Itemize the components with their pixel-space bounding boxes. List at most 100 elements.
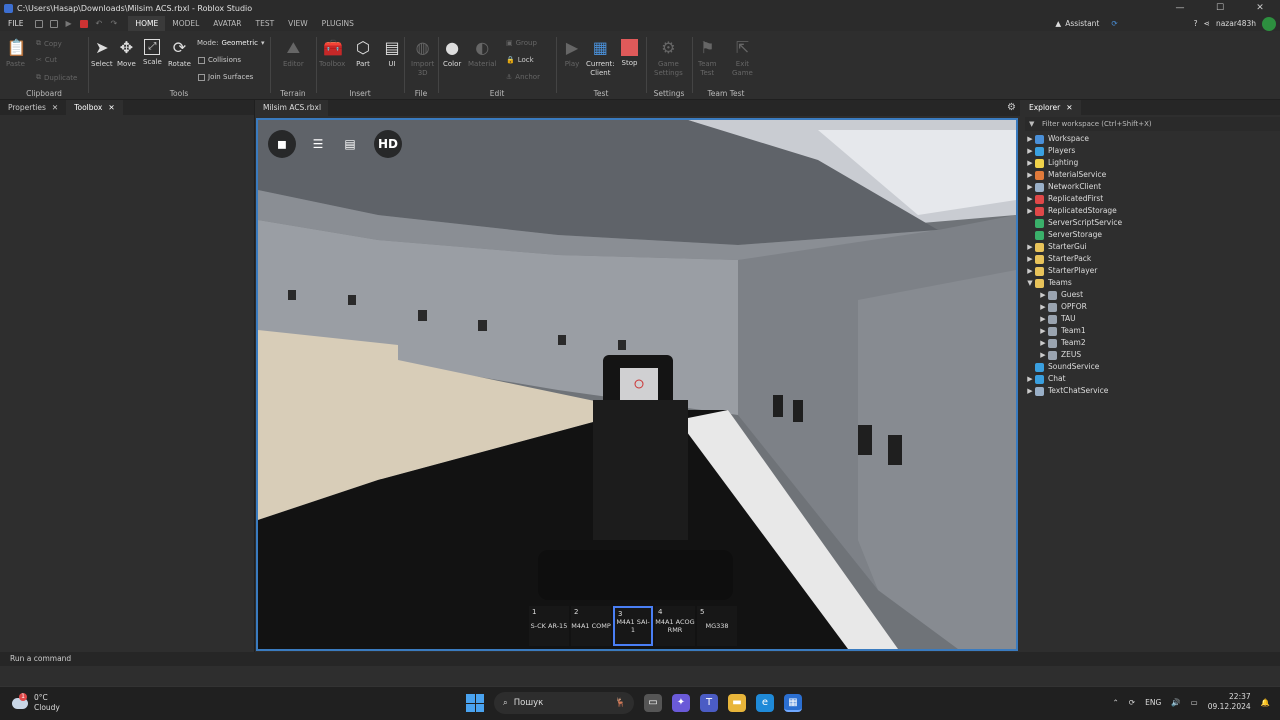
join-surfaces-toggle[interactable]: Join Surfaces (198, 73, 253, 81)
explorer-item[interactable]: ▶ MaterialService (1021, 169, 1280, 181)
explorer-item[interactable]: ▼ Teams (1021, 277, 1280, 289)
tab-plugins[interactable]: PLUGINS (315, 16, 361, 31)
volume-icon[interactable]: 🔊 (1171, 698, 1180, 707)
group-button[interactable]: ▣ Group (506, 39, 537, 47)
username[interactable]: nazar483h (1216, 19, 1256, 28)
roblox-menu-button[interactable]: ◼ (268, 130, 296, 158)
collisions-checkbox[interactable] (198, 56, 205, 64)
sync-icon[interactable]: ⟳ (1111, 19, 1117, 28)
explorer-item[interactable]: ▶ StarterGui (1021, 241, 1280, 253)
game-settings-button[interactable]: ⚙ Game Settings (654, 39, 683, 78)
hd-button[interactable]: HD (374, 130, 402, 158)
chevron-right-icon[interactable]: ▶ (1025, 205, 1035, 217)
explorer-item[interactable]: ▶ TAU (1021, 313, 1280, 325)
stop-button[interactable]: Stop (621, 39, 638, 68)
hotbar-slot[interactable]: 4 M4A1 ACOG RMR (655, 606, 695, 646)
team-test-button[interactable]: ⚑ Team Test (698, 39, 717, 78)
explorer-item[interactable]: SoundService (1021, 361, 1280, 373)
mode-select[interactable]: Mode: Geometric ▾ (197, 39, 265, 47)
copy-button[interactable]: ⧉ Copy (36, 39, 62, 48)
chevron-right-icon[interactable]: ▶ (1025, 145, 1035, 157)
chevron-right-icon[interactable]: ▶ (1038, 325, 1048, 337)
explorer-item[interactable]: ▶ NetworkClient (1021, 181, 1280, 193)
open-file-icon[interactable] (50, 19, 59, 28)
material-button[interactable]: ◐ Material (468, 39, 496, 69)
chevron-right-icon[interactable]: ▶ (1025, 385, 1035, 397)
notifications-icon[interactable]: 🔔 (1261, 698, 1270, 707)
hotbar-slot[interactable]: 1 S-CK AR-15 (529, 606, 569, 646)
hamburger-menu-button[interactable]: ☰ (304, 130, 332, 158)
explorer-item[interactable]: ▶ Chat (1021, 373, 1280, 385)
tab-explorer[interactable]: Explorer ✕ (1021, 100, 1081, 115)
stop-quick-icon[interactable] (80, 19, 89, 28)
join-surfaces-checkbox[interactable] (198, 73, 205, 81)
collisions-toggle[interactable]: Collisions (198, 56, 241, 64)
document-tab[interactable]: Milsim ACS.rbxl ✕ (256, 100, 328, 128)
chevron-right-icon[interactable]: ▶ (1025, 241, 1035, 253)
explorer-item[interactable]: ▶ Guest (1021, 289, 1280, 301)
copilot-icon[interactable]: ✦ (672, 694, 690, 712)
hotbar-slot[interactable]: 5 MG338 (697, 606, 737, 646)
chevron-right-icon[interactable]: ▶ (1025, 253, 1035, 265)
select-button[interactable]: ➤ Select (91, 39, 113, 69)
chevron-right-icon[interactable]: ▶ (1025, 157, 1035, 169)
windows-start-icon[interactable] (466, 694, 484, 712)
rotate-button[interactable]: ⟳ Rotate (168, 39, 191, 69)
task-view-icon[interactable]: ▭ (644, 694, 662, 712)
explorer-item[interactable]: ServerScriptService (1021, 217, 1280, 229)
hotbar-slot-selected[interactable]: 3 M4A1 SAI-1 (613, 606, 653, 646)
share-icon[interactable]: ⋖ (1204, 19, 1210, 28)
cut-button[interactable]: ✂ Cut (36, 56, 57, 64)
chevron-right-icon[interactable]: ▶ (1038, 349, 1048, 361)
exit-game-button[interactable]: ⇱ Exit Game (732, 39, 753, 78)
anchor-button[interactable]: ⚓ Anchor (506, 73, 540, 81)
game-scene[interactable] (258, 120, 1016, 649)
network-icon[interactable]: ▭ (1191, 698, 1198, 707)
avatar[interactable] (1262, 16, 1276, 31)
tab-avatar[interactable]: AVATAR (206, 16, 248, 31)
taskbar-search[interactable]: ⌕ Пошук 🦌 (494, 692, 634, 714)
chevron-right-icon[interactable]: ▶ (1025, 373, 1035, 385)
part-button[interactable]: ⬡ Part (354, 39, 372, 69)
assistant-button[interactable]: ▲ Assistant ⟳ (1055, 19, 1117, 28)
new-file-icon[interactable] (35, 19, 44, 28)
terrain-editor-button[interactable]: ⛰ Editor (283, 39, 304, 69)
file-menu[interactable]: FILE (0, 19, 31, 28)
chat-button[interactable]: ▤ (336, 130, 364, 158)
tab-home[interactable]: HOME (128, 16, 166, 31)
chevron-up-icon[interactable]: ⌃ (1113, 698, 1119, 707)
explorer-item[interactable]: ▶ OPFOR (1021, 301, 1280, 313)
move-button[interactable]: ✥ Move (117, 39, 136, 69)
tab-properties[interactable]: Properties ✕ (0, 100, 66, 115)
help-icon[interactable]: ? (1194, 19, 1198, 28)
chevron-right-icon[interactable]: ▶ (1025, 193, 1035, 205)
explorer-item[interactable]: ▶ ZEUS (1021, 349, 1280, 361)
scale-button[interactable]: ⤢ Scale (143, 39, 162, 67)
explorer-item[interactable]: ▶ StarterPlayer (1021, 265, 1280, 277)
chevron-right-icon[interactable]: ▶ (1038, 289, 1048, 301)
refresh-icon[interactable]: ⟳ (1129, 698, 1135, 707)
explorer-item[interactable]: ▶ Lighting (1021, 157, 1280, 169)
redo-icon[interactable]: ↷ (110, 19, 118, 28)
ui-button[interactable]: ▤ UI (383, 39, 401, 69)
close-icon[interactable]: ✕ (1066, 100, 1072, 115)
explorer-item[interactable]: ▶ Players (1021, 145, 1280, 157)
game-viewport[interactable]: ◼ ☰ ▤ HD 1 S-CK AR-15 2 M4A1 COMP 3 M4A1 SA… (256, 118, 1018, 651)
color-button[interactable]: ● Color (443, 39, 461, 69)
tab-test[interactable]: TEST (249, 16, 282, 31)
explorer-item[interactable]: ▶ Workspace (1021, 133, 1280, 145)
chevron-right-icon[interactable]: ▶ (1038, 301, 1048, 313)
chevron-right-icon[interactable]: ▶ (1025, 265, 1035, 277)
chevron-right-icon[interactable]: ▶ (1025, 181, 1035, 193)
chevron-right-icon[interactable]: ▶ (1038, 337, 1048, 349)
paste-button[interactable]: 📋 Paste (6, 39, 26, 69)
duplicate-button[interactable]: ⧉ Duplicate (36, 73, 77, 82)
hotbar-slot[interactable]: 2 M4A1 COMP (571, 606, 611, 646)
minimize-button[interactable]: — (1160, 0, 1200, 16)
toolbox-button[interactable]: 🧰 Toolbox (319, 39, 345, 69)
explorer-item[interactable]: ▶ TextChatService (1021, 385, 1280, 397)
undo-icon[interactable]: ↶ (95, 19, 103, 28)
explorer-filter-input[interactable]: ▼ Filter workspace (Ctrl+Shift+X) (1025, 117, 1280, 131)
roblox-studio-taskbar-icon[interactable]: ▦ (784, 694, 802, 712)
close-window-button[interactable]: ✕ (1240, 0, 1280, 16)
